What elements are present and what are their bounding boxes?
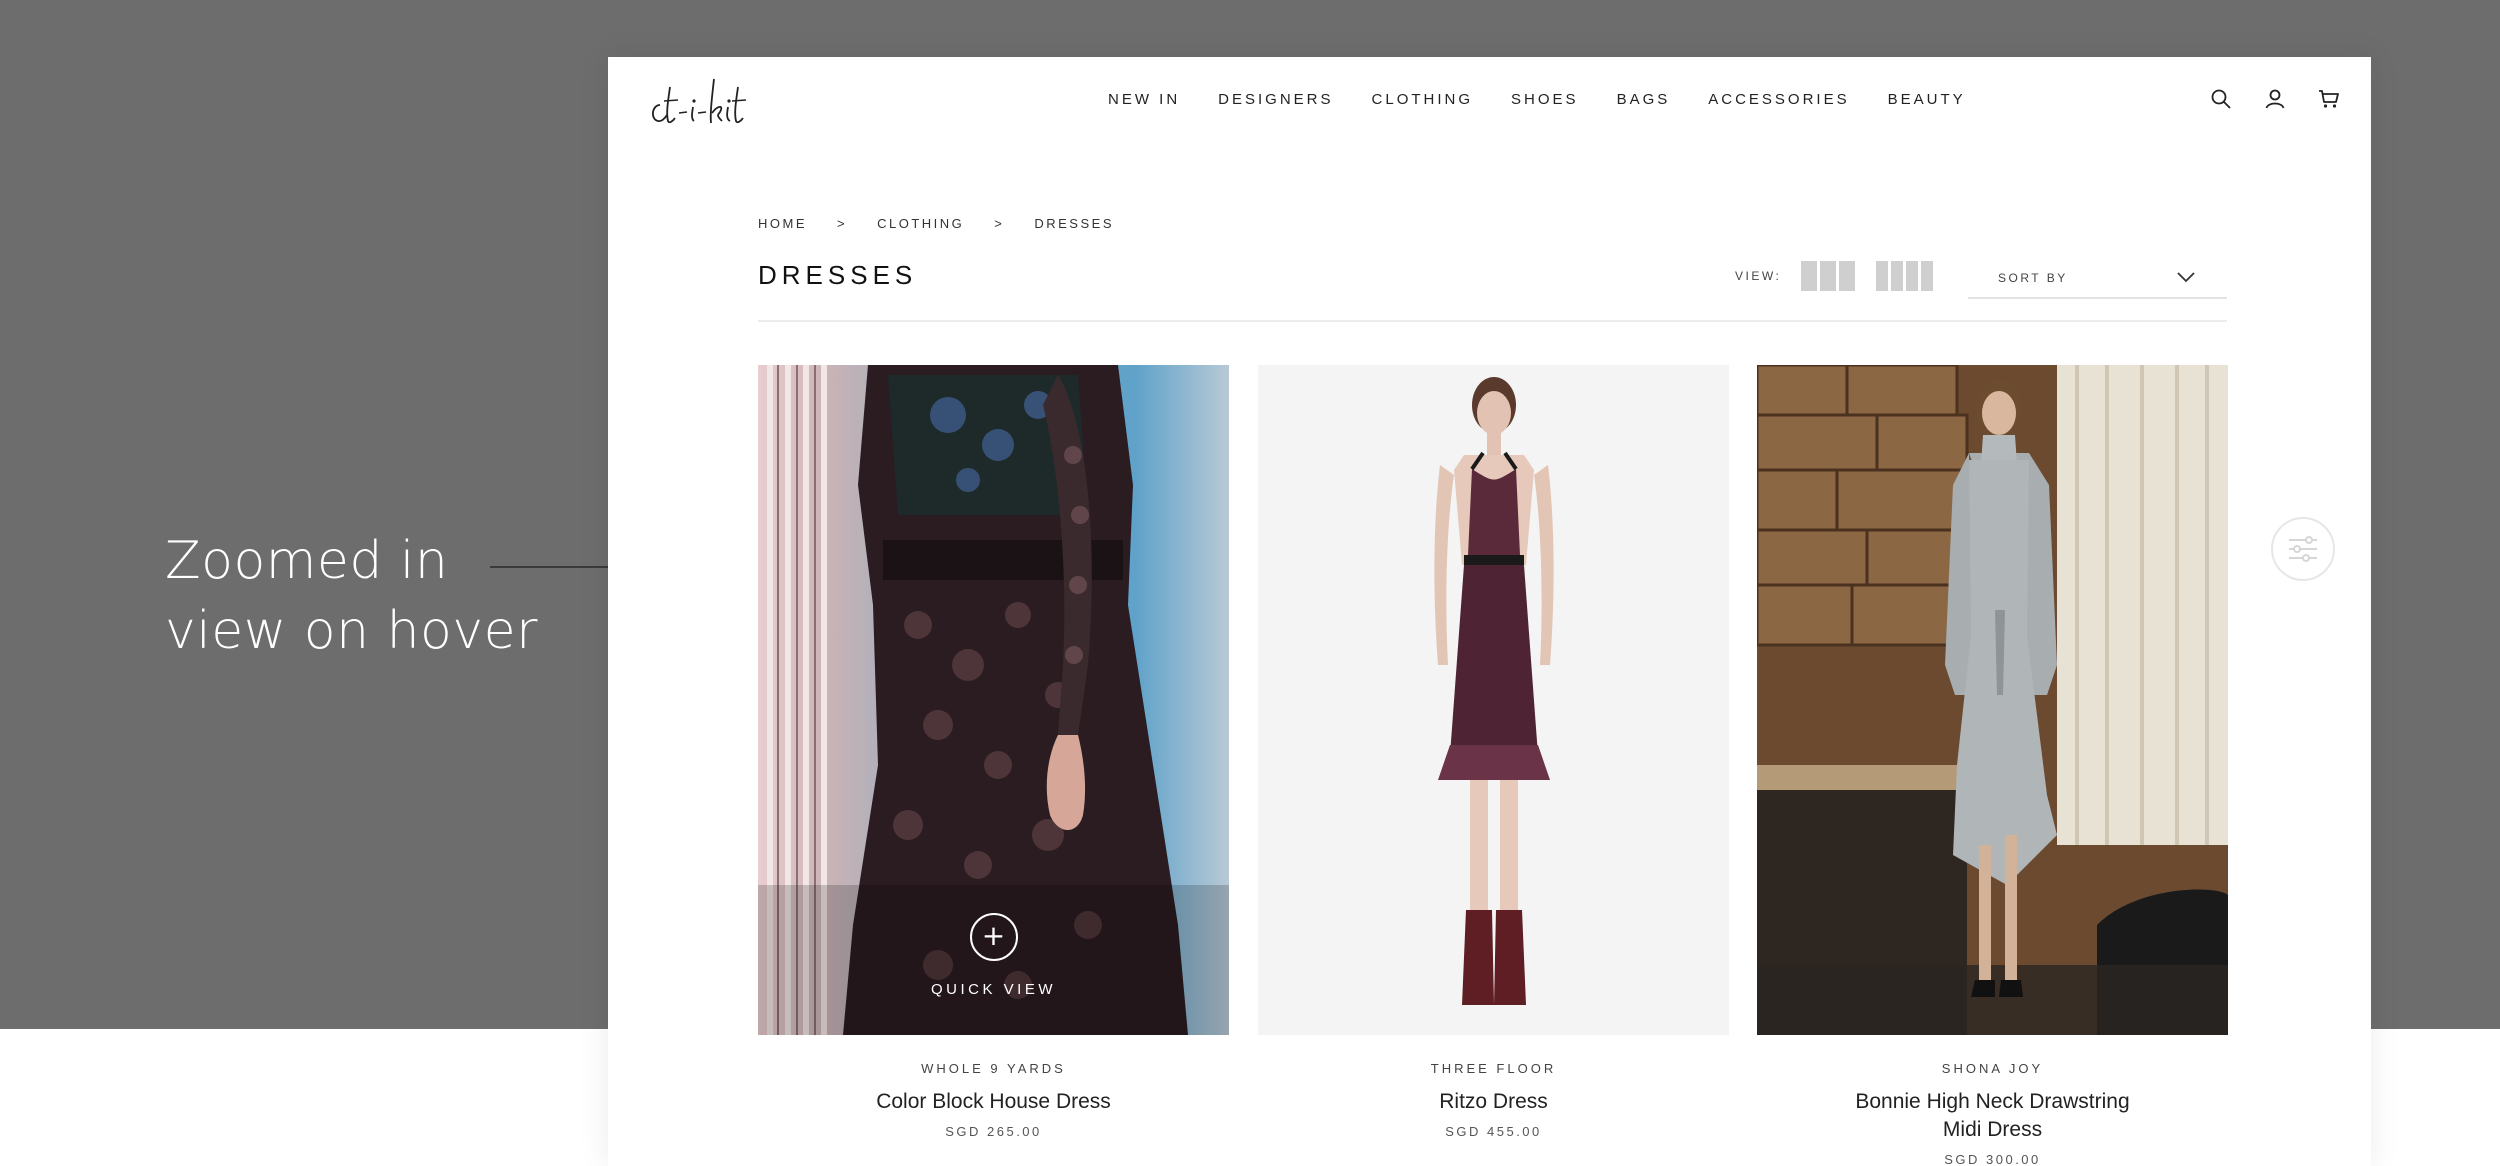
header-actions (2209, 87, 2341, 111)
header-divider (758, 320, 2227, 322)
nav-beauty[interactable]: BEAUTY (1888, 91, 1966, 108)
product-name-line2: Midi Dress (1942, 1118, 2043, 1141)
product-card: + QUICK VIEW WHOLE 9 YARDS Color Block H… (758, 365, 1229, 1139)
filter-sliders-icon (2289, 536, 2317, 562)
product-brand[interactable]: SHONA JOY (1757, 1061, 2228, 1076)
product-price: SGD 265.00 (945, 1124, 1042, 1139)
nav-accessories[interactable]: ACCESSORIES (1708, 91, 1849, 108)
filter-button[interactable] (2271, 517, 2335, 581)
product-image-zoomed[interactable]: + QUICK VIEW (758, 365, 1229, 1035)
cart-icon[interactable] (2317, 87, 2341, 111)
product-card: THREE FLOOR Ritzo Dress SGD 455.00 (1258, 365, 1729, 1139)
product-info: THREE FLOOR Ritzo Dress SGD 455.00 (1258, 1061, 1729, 1139)
annotation-line2: view on hover (165, 601, 538, 661)
nav-clothing[interactable]: CLOTHING (1372, 91, 1474, 108)
plus-icon: + (969, 913, 1018, 961)
account-icon[interactable] (2263, 87, 2287, 111)
breadcrumb-separator: > (837, 216, 848, 231)
store-page: NEW IN DESIGNERS CLOTHING SHOES BAGS ACC… (608, 57, 2371, 1166)
breadcrumb-separator: > (994, 216, 1005, 231)
search-icon[interactable] (2209, 87, 2233, 111)
chevron-down-icon (2177, 272, 2195, 283)
annotation-line1: Zoomed in (165, 531, 449, 591)
breadcrumb-dresses: DRESSES (1034, 216, 1114, 231)
product-brand[interactable]: THREE FLOOR (1258, 1061, 1729, 1076)
breadcrumb-home[interactable]: HOME (758, 216, 807, 231)
product-name-line1: Bonnie High Neck Drawstring (1855, 1090, 2130, 1113)
nav-bags[interactable]: BAGS (1617, 91, 1671, 108)
product-name[interactable]: Color Block House Dress (758, 1088, 1229, 1116)
sort-label: SORT BY (1998, 271, 2068, 285)
product-brand[interactable]: WHOLE 9 YARDS (758, 1061, 1229, 1076)
product-price: SGD 300.00 (1944, 1152, 2041, 1166)
product-image[interactable] (1258, 365, 1729, 1035)
product-image[interactable] (1757, 365, 2228, 1035)
logo-mark-icon (652, 78, 747, 124)
product-card: SHONA JOY Bonnie High Neck Drawstring Mi… (1757, 365, 2228, 1166)
view-3-column-button[interactable] (1801, 261, 1855, 291)
quick-view-button[interactable]: + QUICK VIEW (758, 913, 1229, 998)
product-name[interactable]: Bonnie High Neck Drawstring Midi Dress (1843, 1088, 2143, 1144)
product-price: SGD 455.00 (1445, 1124, 1542, 1139)
view-label: VIEW: (1735, 269, 1782, 283)
breadcrumb-clothing[interactable]: CLOTHING (877, 216, 964, 231)
annotation-caption: Zoomed in view on hover (165, 526, 538, 666)
nav-new-in[interactable]: NEW IN (1108, 91, 1180, 108)
product-info: SHONA JOY Bonnie High Neck Drawstring Mi… (1757, 1061, 2228, 1166)
product-name[interactable]: Ritzo Dress (1258, 1088, 1729, 1116)
product-info: WHOLE 9 YARDS Color Block House Dress SG… (758, 1061, 1229, 1139)
store-logo[interactable] (646, 71, 758, 135)
quick-view-label: QUICK VIEW (930, 981, 1056, 998)
view-4-column-button[interactable] (1876, 261, 1933, 291)
nav-designers[interactable]: DESIGNERS (1218, 91, 1333, 108)
page-title: DRESSES (758, 260, 918, 290)
main-nav: NEW IN DESIGNERS CLOTHING SHOES BAGS ACC… (1108, 91, 2004, 108)
nav-shoes[interactable]: SHOES (1511, 91, 1579, 108)
sort-dropdown[interactable]: SORT BY (1968, 259, 2227, 299)
breadcrumb: HOME > CLOTHING > DRESSES (758, 216, 1114, 231)
